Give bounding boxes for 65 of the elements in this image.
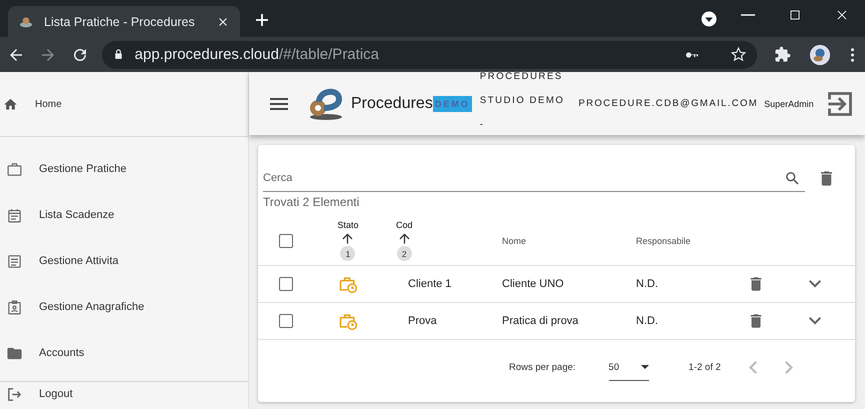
sidebar-item[interactable]: Home — [0, 81, 62, 127]
demo-badge: DEMO — [432, 96, 472, 112]
caret-icon — [700, 10, 718, 28]
url-text: app.procedures.cloud/#/table/Pratica — [134, 46, 380, 63]
sidebar-item[interactable]: Accounts — [0, 330, 248, 376]
profile-icon — [809, 44, 832, 66]
exit-icon — [826, 90, 854, 118]
close-icon — [834, 8, 848, 22]
chevron-down-icon — [808, 280, 820, 288]
browser-tab[interactable]: Lista Pratiche - Procedures — [8, 6, 240, 37]
logout-icon — [6, 386, 23, 402]
search-icon — [784, 170, 801, 187]
document-icon — [6, 252, 23, 270]
result-count: Trovati 2 Elementi — [262, 194, 360, 209]
briefcase-icon — [6, 160, 23, 178]
sidebar-item[interactable]: Lista Scadenze — [0, 192, 248, 238]
caret-icon — [640, 365, 649, 369]
kebab-icon — [850, 48, 854, 62]
column-header[interactable]: Stato — [337, 220, 358, 230]
tab-search-button[interactable] — [699, 9, 719, 29]
sidebar-item[interactable]: Logout — [0, 382, 248, 406]
table-cell-text: Prova — [407, 314, 438, 329]
puzzle-icon — [774, 46, 791, 63]
table-cell-text: N.D. — [636, 314, 659, 329]
checkbox[interactable] — [278, 314, 292, 328]
expand-button[interactable] — [808, 280, 820, 288]
chevron-down-icon — [808, 317, 820, 325]
minimize-icon — [740, 14, 754, 16]
user-role: SuperAdmin — [764, 98, 814, 108]
table-cell-text: Pratica di prova — [502, 314, 580, 329]
rows-per-page-select[interactable]: 50 — [608, 354, 649, 380]
chevron-left-icon — [748, 361, 757, 374]
sort-order-badge: 2 — [396, 246, 412, 261]
logout-button[interactable] — [826, 90, 854, 118]
star-icon — [730, 46, 748, 63]
badge-icon — [6, 298, 23, 316]
maximize-icon — [788, 8, 802, 22]
column-header[interactable]: Cod — [396, 220, 413, 230]
column-header[interactable]: Responsabile — [636, 236, 691, 246]
plus-icon — [253, 11, 271, 29]
table-cell-text: N.D. — [636, 277, 659, 292]
home-icon — [3, 96, 18, 112]
sidebar-item[interactable]: Gestione Attivita — [0, 238, 248, 284]
organization-text: - — [480, 119, 486, 130]
sidebar-item[interactable]: Gestione Anagrafiche — [0, 284, 248, 330]
address-bar[interactable]: app.procedures.cloud/#/table/Pratica — [102, 40, 758, 68]
user-email: PROCEDURE.CDB@GMAIL.COM — [578, 98, 758, 109]
expand-button[interactable] — [808, 317, 820, 325]
sort-arrow-icon — [340, 231, 356, 246]
page-range: 1-2 of 2 — [688, 362, 721, 373]
chevron-right-icon — [784, 361, 793, 374]
brand-name: Procedures — [351, 94, 433, 112]
table-cell-text: Cliente UNO — [502, 277, 565, 292]
table-cell-text: Cliente 1 — [407, 277, 452, 292]
organization-text: PROCEDURES — [480, 71, 564, 82]
search-field[interactable]: Cerca — [263, 165, 805, 192]
sidebar-item[interactable]: Gestione Pratiche — [0, 146, 248, 192]
organization-text: STUDIO DEMO — [480, 95, 564, 106]
checkbox[interactable] — [278, 277, 292, 291]
sort-order-badge: 1 — [340, 246, 356, 261]
column-header[interactable]: Nome — [502, 236, 526, 246]
rows-per-page-label: Rows per page: — [509, 362, 576, 373]
tab-title: Lista Pratiche - Procedures — [44, 14, 196, 28]
checkbox[interactable] — [278, 234, 292, 248]
calendar-icon — [6, 206, 23, 224]
